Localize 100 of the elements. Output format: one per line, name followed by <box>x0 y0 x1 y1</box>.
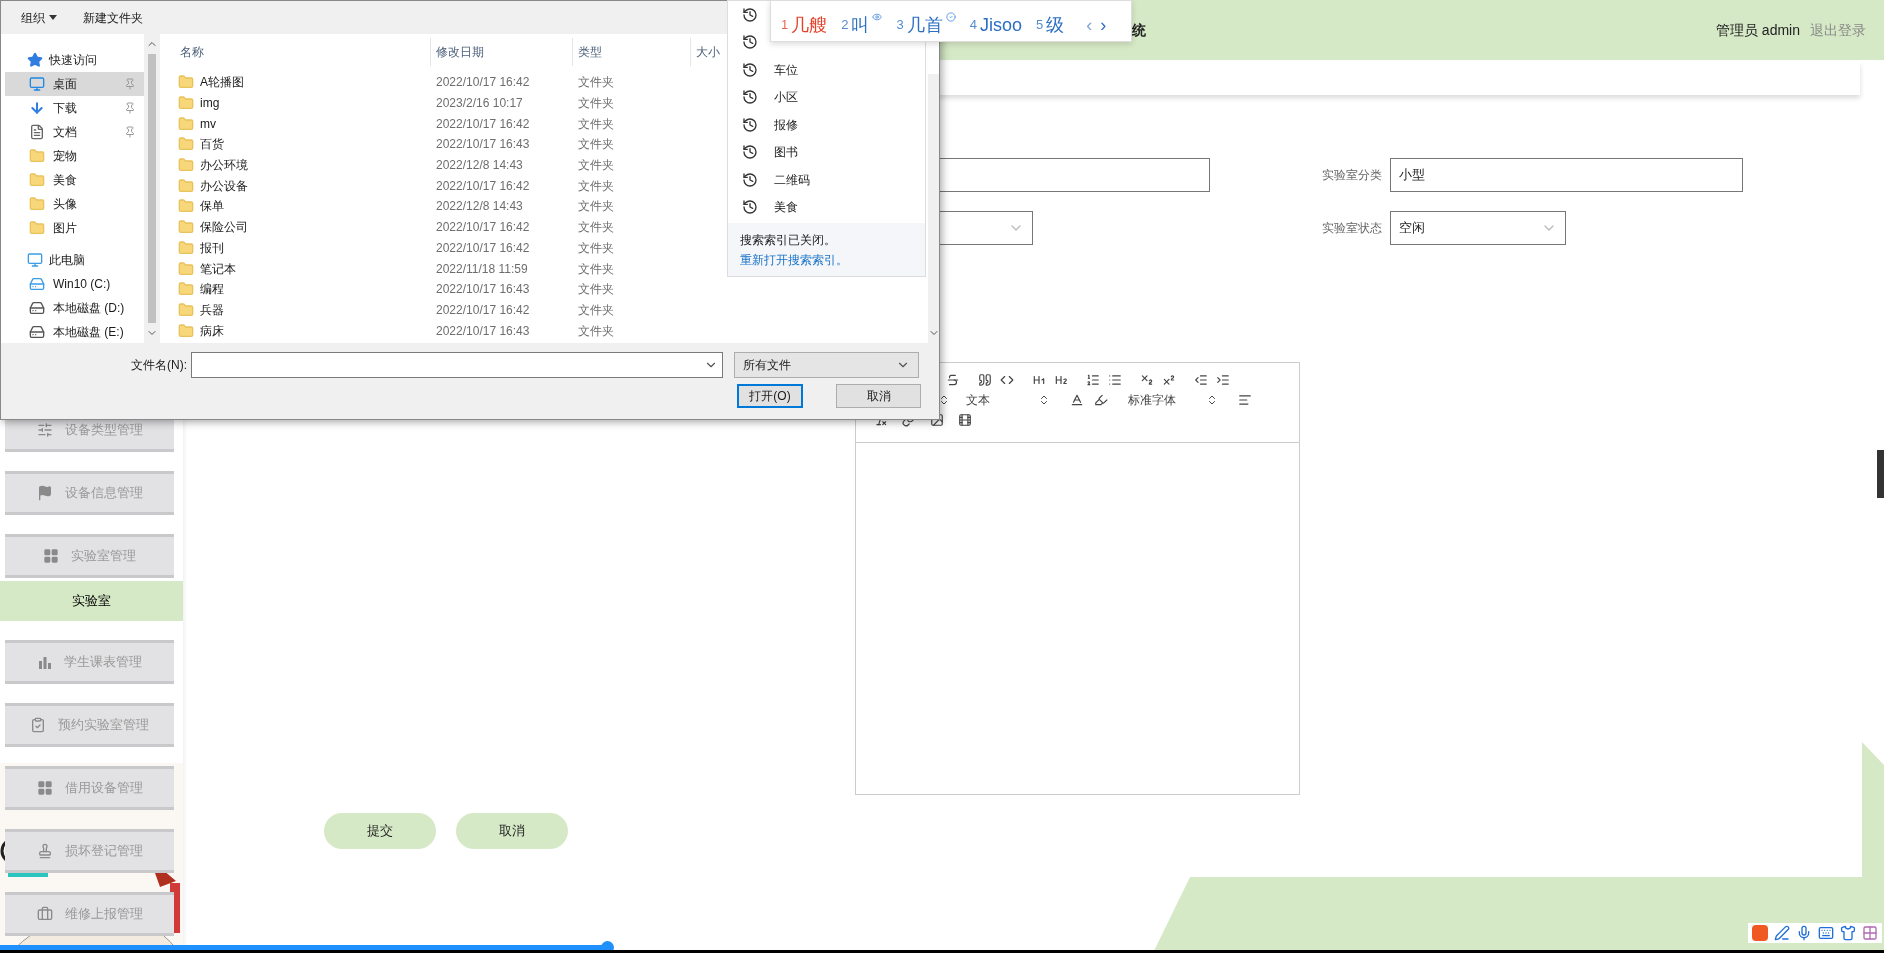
cancel-button[interactable]: 取消 <box>456 813 568 849</box>
nav-group[interactable]: 此电脑 <box>1 248 144 272</box>
folder-icon <box>178 219 194 236</box>
nav-item[interactable]: 头像 <box>5 192 144 216</box>
nav-group[interactable]: 快速访问 <box>1 48 144 72</box>
nav-item[interactable]: 美食 <box>5 168 144 192</box>
keyboard-icon[interactable] <box>1818 925 1834 941</box>
column-header[interactable]: 类型 <box>578 43 602 61</box>
font-picker[interactable]: 标准字体 <box>1128 391 1218 409</box>
file-name[interactable]: 百货 <box>200 135 224 154</box>
candidate[interactable]: 2 叫 <box>841 11 883 39</box>
column-header[interactable]: 大小 <box>696 43 720 61</box>
file-name[interactable]: 笔记本 <box>200 259 236 278</box>
folder-icon <box>178 74 194 91</box>
align-icon[interactable] <box>1238 393 1252 407</box>
microphone-icon[interactable] <box>1796 925 1812 941</box>
file-name[interactable]: A轮播图 <box>200 73 244 92</box>
submit-button[interactable]: 提交 <box>324 813 436 849</box>
new-folder-button[interactable]: 新建文件夹 <box>83 8 143 27</box>
file-name[interactable]: 保险公司 <box>200 218 248 237</box>
cancel-button[interactable]: 取消 <box>836 384 921 408</box>
history-icon <box>742 144 758 161</box>
filename-field[interactable] <box>191 352 723 378</box>
next-page[interactable]: › <box>1100 11 1107 39</box>
history-icon <box>742 199 758 216</box>
index-notice: 搜索索引已关闭。 <box>740 232 837 249</box>
star-icon <box>27 52 43 68</box>
modified-date: 2022/10/17 16:43 <box>436 323 530 338</box>
flag-icon <box>36 485 53 501</box>
system-title: 统 <box>1132 20 1146 40</box>
ordered-list-icon[interactable] <box>1086 373 1100 387</box>
nav-item[interactable]: 文档 <box>5 120 144 144</box>
field-value: 空闲 <box>1399 219 1425 238</box>
candidate[interactable]: 4 Jisoo <box>969 11 1022 39</box>
scrollbar-thumb[interactable] <box>148 54 156 323</box>
file-name[interactable]: 保单 <box>200 197 224 216</box>
history-entry[interactable]: 车位 <box>774 60 798 79</box>
video-icon[interactable] <box>958 413 972 427</box>
candidate[interactable]: 3 几首 <box>896 11 956 39</box>
file-name[interactable]: img <box>200 94 220 113</box>
indent-icon[interactable] <box>1216 373 1230 387</box>
history-icon <box>742 34 758 51</box>
history-entry[interactable]: 二维码 <box>774 170 810 189</box>
candidate[interactable]: 1 几艘 <box>781 11 828 39</box>
nav-item[interactable]: Win10 (C:) <box>5 272 144 296</box>
folder-icon <box>29 172 45 188</box>
modified-date: 2023/2/16 10:17 <box>436 96 523 111</box>
modified-date: 2022/10/17 16:42 <box>436 75 530 90</box>
file-name[interactable]: 报刊 <box>200 238 224 257</box>
file-type: 文件夹 <box>578 282 614 297</box>
reopen-index-link[interactable]: 重新打开搜索索引。 <box>740 251 925 269</box>
column-header[interactable]: 修改日期 <box>436 43 484 61</box>
grid-icon[interactable] <box>1862 925 1878 941</box>
history-entry[interactable]: 美食 <box>774 198 798 217</box>
nav-item[interactable]: 本地磁盘 (E:) <box>5 320 144 344</box>
nav-item[interactable]: 本地磁盘 (D:) <box>5 296 144 320</box>
subscript-icon[interactable] <box>1140 373 1154 387</box>
size-picker[interactable]: 文本 <box>966 391 1050 409</box>
nav-item[interactable]: 宠物 <box>5 144 144 168</box>
heading-one-icon[interactable] <box>1032 373 1046 387</box>
file-type-select[interactable]: 所有文件 <box>734 352 919 378</box>
sidebar-item[interactable]: 实验室 <box>0 581 183 621</box>
select-field[interactable]: 空闲 <box>1390 211 1566 245</box>
strikethrough-icon[interactable] <box>946 373 960 387</box>
text-color-icon[interactable] <box>1070 393 1084 407</box>
input-method-logo-icon[interactable] <box>1752 925 1768 941</box>
history-entry[interactable]: 图书 <box>774 143 798 162</box>
file-name[interactable]: 病床 <box>200 321 224 340</box>
highlight-icon[interactable] <box>1094 393 1108 407</box>
candidate[interactable]: 5 级 <box>1035 11 1065 39</box>
file-name[interactable]: 兵器 <box>200 300 224 319</box>
modified-date: 2022/11/18 11:59 <box>436 261 528 276</box>
file-name[interactable]: 办公环境 <box>200 156 248 175</box>
history-entry[interactable]: 小区 <box>774 88 798 107</box>
quote-icon[interactable] <box>978 373 992 387</box>
drive-icon <box>29 276 45 292</box>
input-field[interactable]: 小型 <box>1390 158 1743 192</box>
file-name[interactable]: 办公设备 <box>200 176 248 195</box>
code-icon[interactable] <box>1000 373 1014 387</box>
folder-icon <box>178 239 194 256</box>
grid-icon <box>43 548 59 564</box>
organize-menu[interactable]: 组织 <box>21 8 57 27</box>
shirt-icon[interactable] <box>1840 925 1856 941</box>
column-header[interactable]: 名称 <box>180 43 204 61</box>
outdent-icon[interactable] <box>1194 373 1208 387</box>
bullet-list-icon[interactable] <box>1108 373 1122 387</box>
heading-two-icon[interactable] <box>1054 373 1068 387</box>
file-name[interactable]: mv <box>200 114 216 133</box>
history-entry[interactable]: 报修 <box>774 115 798 134</box>
nav-item[interactable]: 下载 <box>5 96 144 120</box>
pen-icon[interactable] <box>1774 925 1790 941</box>
folder-icon <box>178 157 194 174</box>
nav-item[interactable]: 图片 <box>5 216 144 240</box>
superscript-icon[interactable] <box>1162 373 1176 387</box>
picker-arrows-icon[interactable] <box>938 394 950 406</box>
file-name[interactable]: 编程 <box>200 280 224 299</box>
nav-item[interactable]: 桌面 <box>5 72 144 96</box>
open-button[interactable]: 打开(O) <box>737 384 803 408</box>
file-type: 文件夹 <box>578 137 614 152</box>
user-name: 管理员 admin <box>1715 20 1800 40</box>
